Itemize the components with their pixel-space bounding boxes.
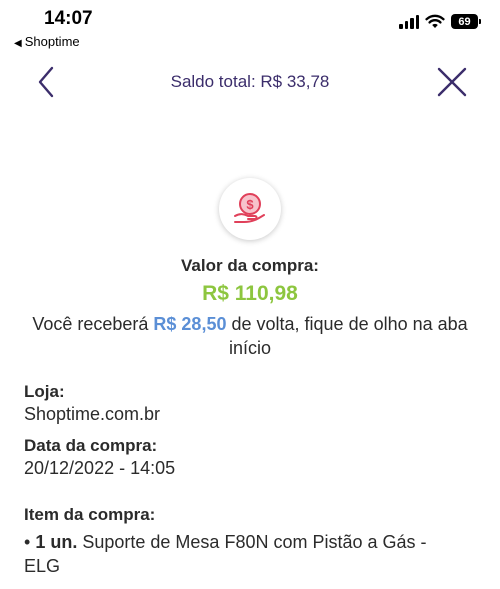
back-triangle-icon: ◀ — [14, 38, 22, 49]
signal-icon — [399, 14, 419, 29]
cashback-suffix: de volta, fique de olho na aba início — [228, 314, 468, 358]
svg-text:$: $ — [246, 197, 254, 212]
purchase-amount: R$ 110,98 — [202, 282, 298, 305]
purchase-date-label: Data da compra: — [24, 436, 158, 455]
wifi-icon — [425, 14, 445, 28]
status-time: 14:07 — [44, 8, 93, 29]
back-to-app-link[interactable]: ◀ Shoptime — [14, 34, 80, 49]
status-icons: 69 — [399, 14, 481, 29]
purchase-date-value: 20/12/2022 - 14:05 — [24, 458, 176, 478]
nav-header: Saldo total: R$ 33,78 — [0, 56, 500, 108]
balance-title: Saldo total: R$ 33,78 — [170, 72, 330, 91]
cashback-detail-screen: 14:07 ◀ Shoptime 69 Saldo total: R$ 33,78 — [0, 0, 500, 589]
battery-level: 69 — [458, 15, 471, 28]
item-quantity: 1 un. — [35, 532, 78, 552]
purchase-item-label: Item da compra: — [24, 505, 156, 524]
item-name: Suporte de Mesa F80N com Pistão a Gás - … — [24, 532, 427, 576]
store-value: Shoptime.com.br — [24, 404, 161, 424]
cashback-amount: R$ 28,50 — [153, 314, 227, 334]
store-label: Loja: — [24, 382, 65, 401]
hand-coin-icon: $ — [219, 178, 281, 240]
status-bar: 14:07 ◀ Shoptime 69 — [0, 0, 500, 52]
battery-icon: 69 — [451, 14, 481, 29]
purchase-item: • 1 un. Suporte de Mesa F80N com Pistão … — [24, 530, 464, 578]
item-bullet: • — [24, 532, 31, 552]
close-icon — [437, 67, 467, 97]
close-button[interactable] — [434, 64, 470, 100]
cashback-prefix: Você receberá — [32, 314, 149, 334]
back-app-label: Shoptime — [24, 34, 80, 49]
purchase-value-label: Valor da compra: — [181, 256, 319, 275]
cashback-message: Você receberá R$ 28,50 de volta, fique d… — [22, 312, 478, 360]
